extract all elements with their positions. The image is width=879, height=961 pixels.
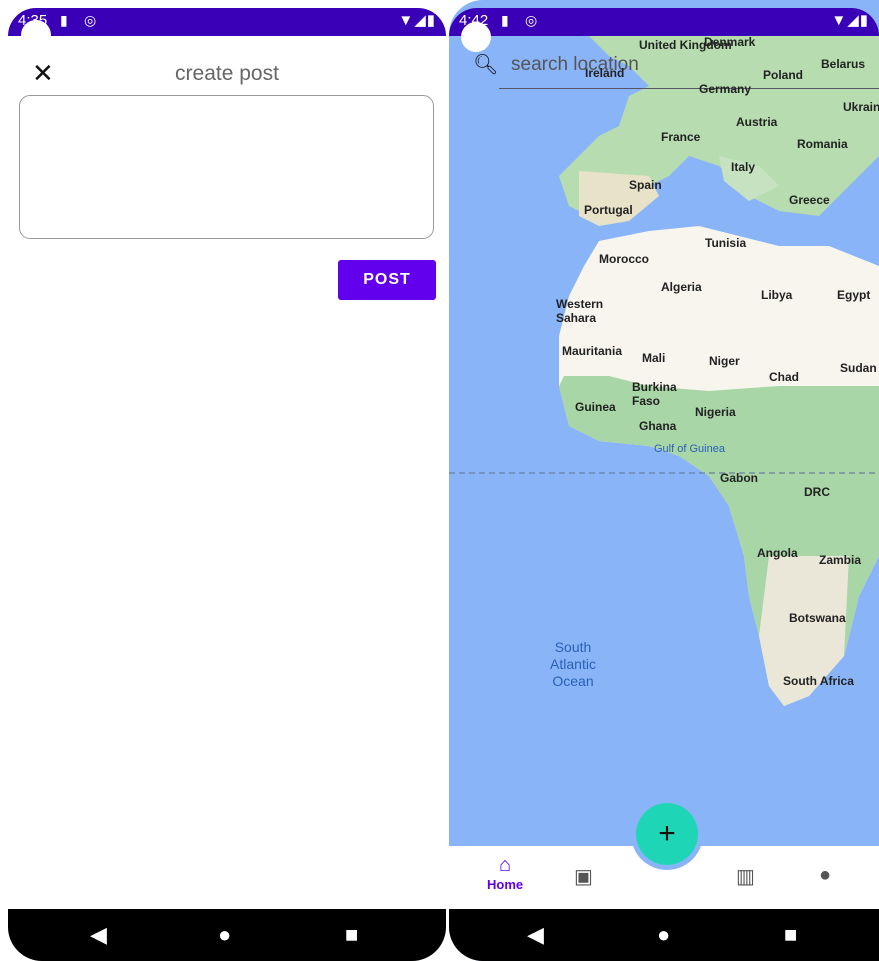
map-label-tunisia: Tunisia	[705, 236, 747, 250]
map-label-libya: Libya	[761, 288, 793, 302]
image-icon[interactable]: ▣	[574, 864, 593, 889]
map-label-poland: Poland	[763, 68, 804, 82]
page-title: create post	[175, 62, 279, 85]
search-underline	[499, 88, 879, 89]
map-label-south-africa: South Africa	[783, 674, 854, 688]
person-icon[interactable]: ●	[819, 864, 831, 887]
world-map[interactable]	[449, 36, 879, 846]
add-post-fab[interactable]: +	[636, 803, 698, 865]
back-icon[interactable]: ◀	[90, 922, 107, 948]
map-label-zambia: Zambia	[819, 553, 862, 567]
map-label-ghana: Ghana	[639, 419, 677, 433]
nav-home[interactable]: ⌂ Home	[487, 854, 523, 892]
map-label-morocco: Morocco	[599, 252, 650, 266]
post-text-input[interactable]	[19, 95, 434, 239]
map-label-nigeria: Nigeria	[695, 405, 736, 419]
recents-icon[interactable]: ■	[784, 922, 797, 948]
map-label-algeria: Algeria	[661, 280, 702, 294]
map-label-italy: Italy	[731, 160, 756, 174]
sync-icon: ◎	[84, 12, 97, 28]
map-label-gabon: Gabon	[720, 471, 758, 485]
home-icon: ⌂	[498, 854, 512, 876]
map-label-spain: Spain	[629, 178, 662, 192]
map-label-egypt: Egypt	[837, 288, 871, 302]
map-label-south-atlantic-ocean: South Atlantic Ocean	[550, 639, 596, 689]
map-label-belarus: Belarus	[821, 57, 866, 71]
map-label-drc: DRC	[804, 485, 830, 499]
home-circle-icon[interactable]: ●	[657, 922, 670, 948]
map-label-western-sahara: Western Sahara	[556, 297, 604, 325]
map-label-denmark: Denmark	[704, 35, 756, 49]
map-label-sudan: Sudan	[840, 361, 877, 375]
map-label-burkina-faso: Burkina Faso	[632, 380, 677, 408]
map-label-greece: Greece	[789, 193, 830, 207]
map-label-gulf-of-guinea: Gulf of Guinea	[654, 443, 725, 455]
map-label-guinea: Guinea	[575, 400, 616, 414]
map-icon[interactable]: ▥	[736, 864, 755, 889]
recents-icon[interactable]: ■	[345, 922, 358, 948]
camera-cutout	[21, 20, 51, 50]
map-label-romania: Romania	[797, 137, 848, 151]
sim-card-icon: ▮	[501, 12, 509, 28]
map-label-ireland: Ireland	[585, 66, 625, 80]
system-nav-bar: ◀ ● ■	[8, 909, 446, 961]
post-button[interactable]: POST	[338, 260, 436, 300]
map-label-mauritania: Mauritania	[562, 344, 623, 358]
map-label-ukraine: Ukrain	[843, 100, 879, 114]
back-icon[interactable]: ◀	[527, 922, 544, 948]
map-label-germany: Germany	[699, 82, 752, 96]
home-circle-icon[interactable]: ●	[218, 922, 231, 948]
search-icon[interactable]: 🔍︎	[473, 52, 498, 77]
sim-card-icon: ▮	[60, 12, 68, 28]
map-label-austria: Austria	[736, 115, 778, 129]
map-label-angola: Angola	[757, 546, 798, 560]
signal-battery-icon: ▼◢▮	[398, 12, 436, 29]
sync-icon: ◎	[525, 12, 538, 28]
system-nav-bar: ◀ ● ■	[449, 909, 879, 961]
map-label-mali: Mali	[642, 351, 666, 365]
nav-home-label: Home	[487, 877, 524, 892]
map-label-botswana: Botswana	[789, 611, 846, 625]
create-post-screen: 4:35 ▮ ◎ ▼◢▮ ✕ create post POST ◀ ● ■	[8, 0, 446, 961]
status-bar: 4:42 ▮ ◎ ▼◢▮	[449, 8, 879, 36]
map-label-portugal: Portugal	[584, 203, 633, 217]
map-label-chad: Chad	[769, 370, 799, 384]
map-screen: 4:42 ▮ ◎ ▼◢▮ 🔍︎ search location United K…	[449, 0, 879, 961]
map-label-france: France	[661, 130, 701, 144]
signal-battery-icon: ▼◢▮	[831, 12, 869, 29]
status-bar: 4:35 ▮ ◎ ▼◢▮	[8, 8, 446, 36]
camera-cutout	[461, 22, 491, 52]
map-label-niger: Niger	[709, 354, 740, 368]
